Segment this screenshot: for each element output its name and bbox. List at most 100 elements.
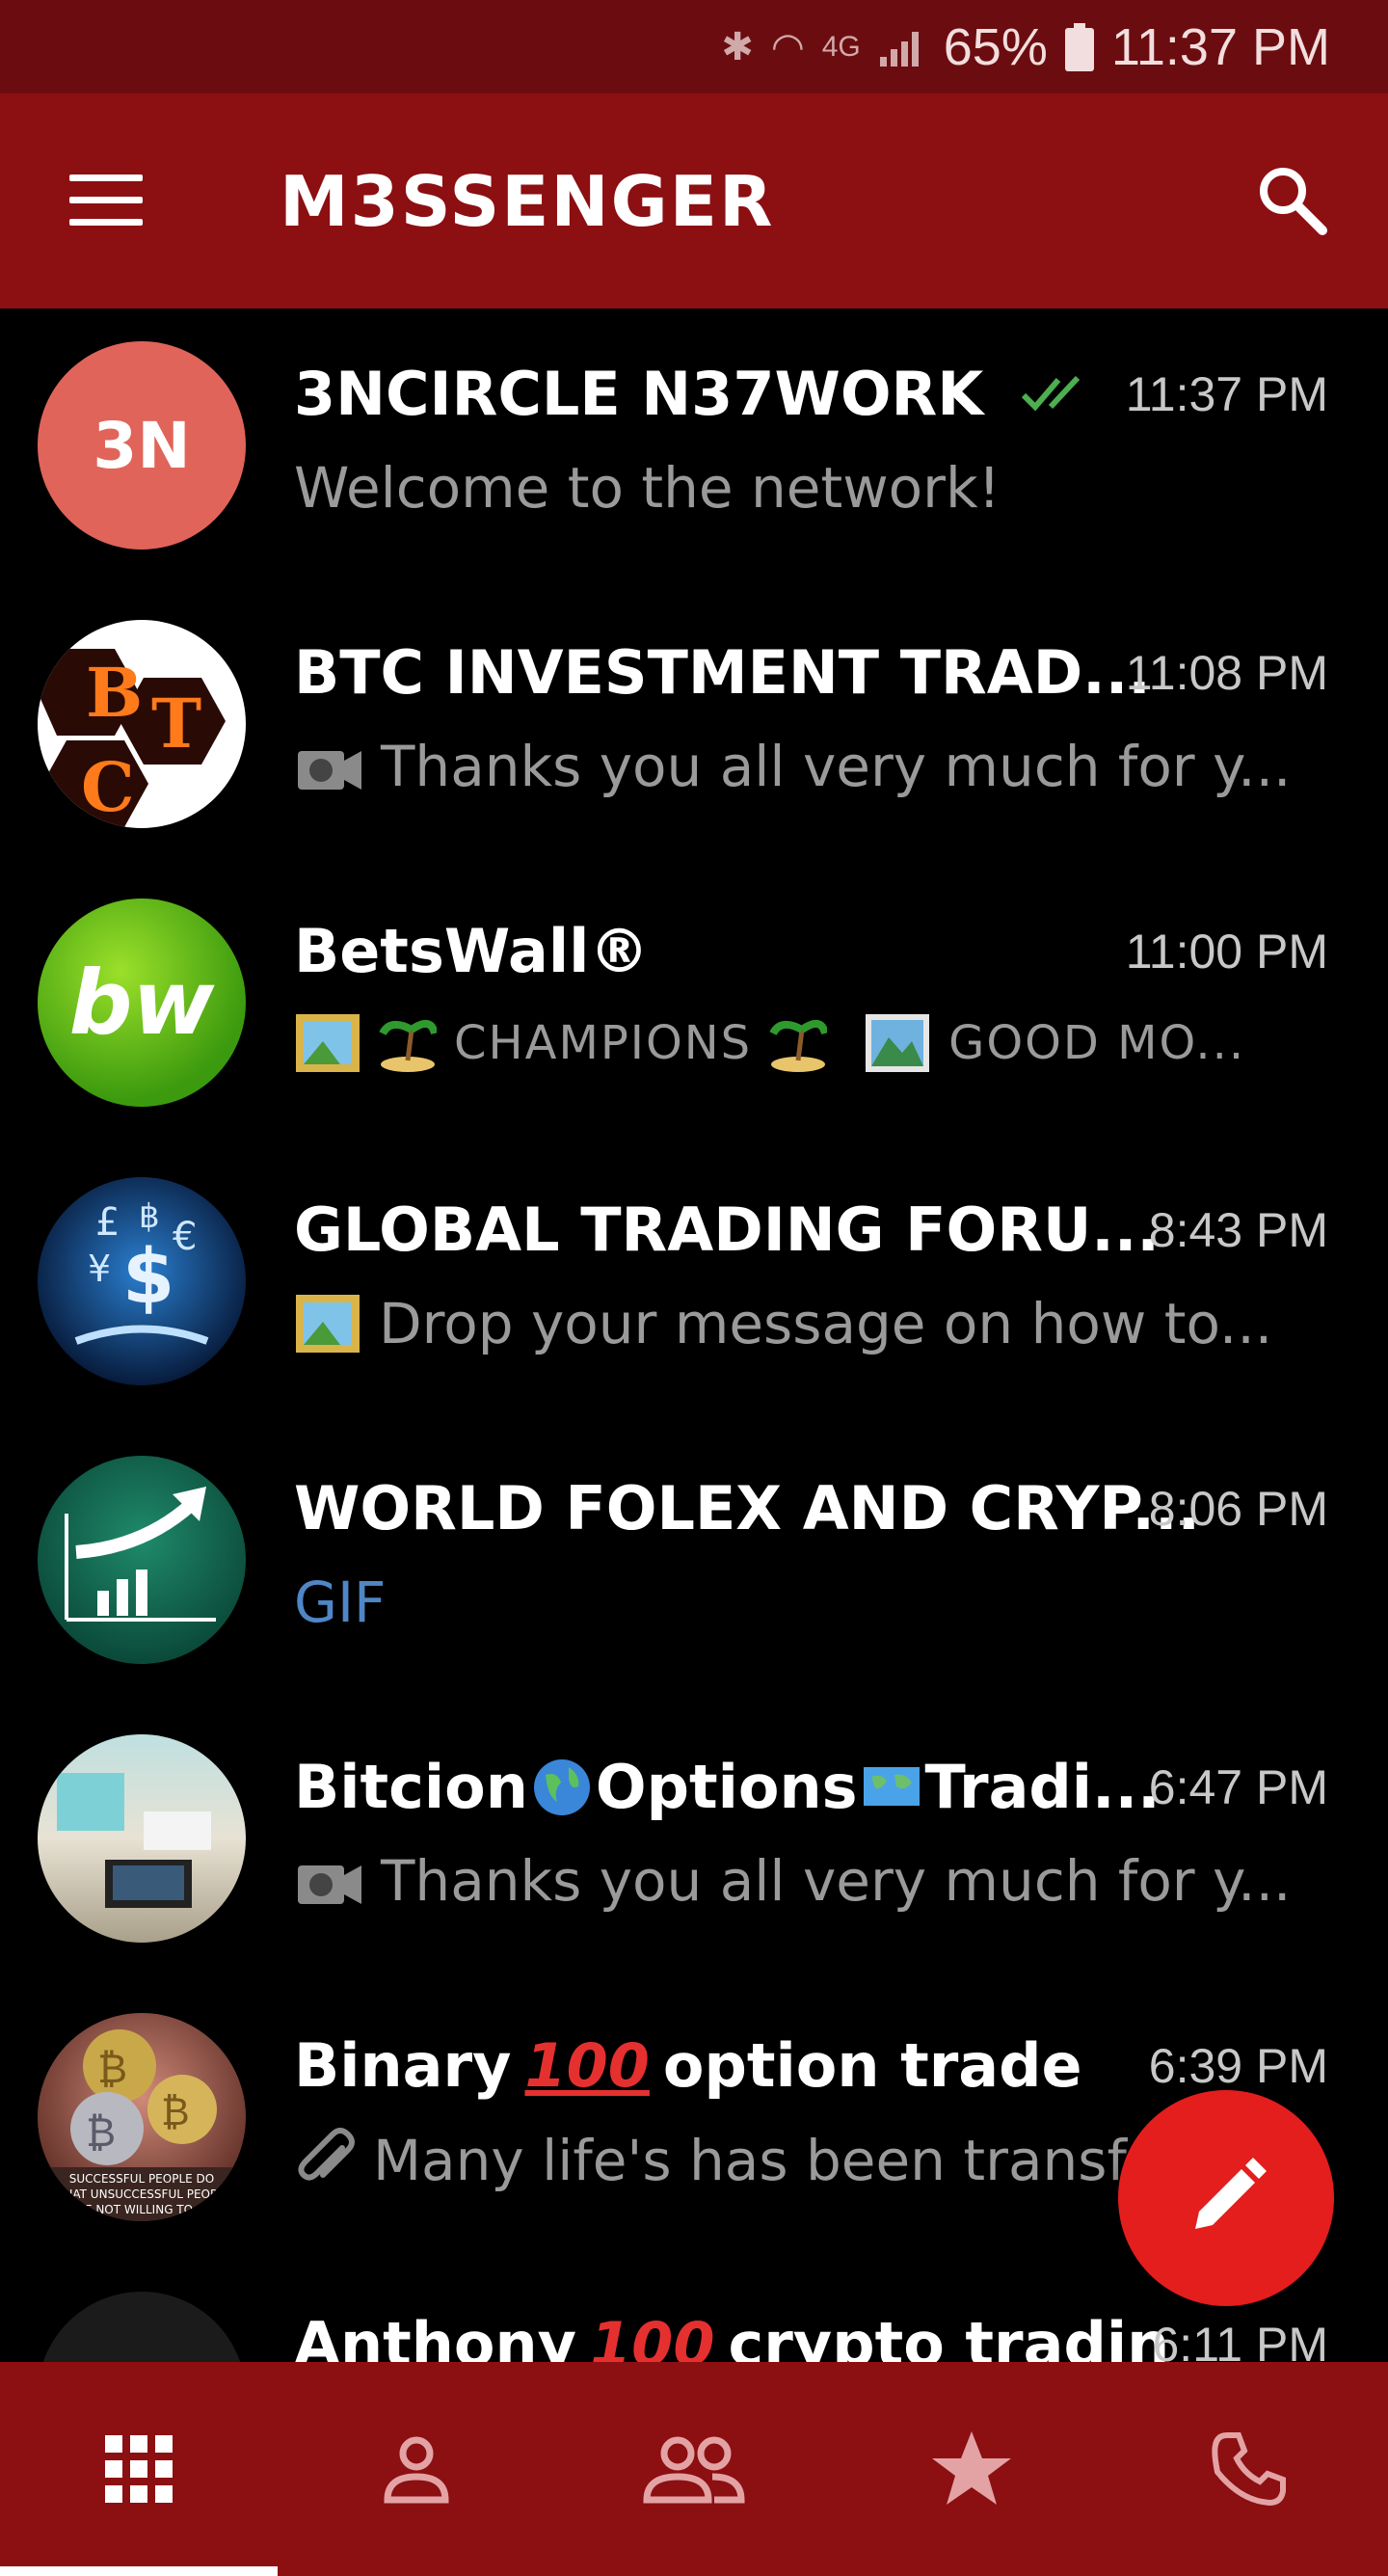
chat-item[interactable]: 3N 3NCIRCLE N37WORK 11:37 PM Welcome to … xyxy=(0,309,1388,587)
world-map-icon xyxy=(863,1766,920,1806)
room-avatar-graphic xyxy=(57,1773,211,1908)
chat-preview: Many life's has been transfo xyxy=(294,2127,1161,2194)
svg-text:₿: ₿ xyxy=(97,2045,127,2092)
chat-time: 11:37 PM xyxy=(1125,367,1328,421)
hundred-icon: 100 xyxy=(524,2030,650,2101)
avatar xyxy=(38,2292,246,2362)
search-icon[interactable] xyxy=(1253,161,1330,238)
chat-time: 11:00 PM xyxy=(1125,925,1328,979)
app-bar: M3SSENGER xyxy=(0,94,1388,309)
hundred-icon: 100 xyxy=(590,2309,715,2362)
chat-name: 3NCIRCLE N37WORK xyxy=(294,359,984,429)
preview-text: Thanks you all very much for y... xyxy=(381,1848,1292,1914)
avatar: £ ฿ € ¥ $ xyxy=(38,1177,246,1385)
btc-letter-b: B xyxy=(86,653,143,733)
phone-icon xyxy=(1212,2432,1286,2507)
picture-icon xyxy=(296,1295,360,1353)
svg-text:€: € xyxy=(173,1215,197,1259)
chat-item[interactable]: B T C BTC INVESTMENT TRAD... 11:08 PM Th… xyxy=(0,587,1388,866)
name-part: Anthony xyxy=(294,2309,577,2362)
chart-up-avatar-graphic xyxy=(65,1487,216,1622)
name-part: option trade xyxy=(662,2030,1082,2101)
svg-text:$: $ xyxy=(122,1234,174,1321)
paperclip-icon xyxy=(298,2128,355,2181)
preview-text: Welcome to the network! xyxy=(294,455,1001,521)
chat-item[interactable]: bw BetsWall® 11:00 PM CHAMPIONS GOOD MO.… xyxy=(0,866,1388,1144)
chat-preview: Welcome to the network! xyxy=(294,455,1001,521)
chat-list: 3N 3NCIRCLE N37WORK 11:37 PM Welcome to … xyxy=(0,309,1388,2362)
avatar xyxy=(38,1734,246,1943)
coins-avatar-graphic: ₿ ₿ ₿ SUCCESSFUL PEOPLE DO WHAT UNSUCCES… xyxy=(47,2029,236,2221)
btc-avatar-graphic: B T C xyxy=(38,649,226,827)
wifi-icon: ◠ xyxy=(770,25,805,68)
tab-contacts[interactable] xyxy=(278,2362,555,2576)
preview-text: Many life's has been transfo xyxy=(373,2128,1161,2193)
bottom-nav xyxy=(0,2362,1388,2576)
tab-favorites[interactable] xyxy=(833,2362,1110,2576)
group-icon xyxy=(643,2436,745,2504)
avatar-caption-line: ARE NOT WILLING TO DO xyxy=(68,2203,214,2216)
tab-chats[interactable] xyxy=(0,2362,278,2576)
compose-button[interactable] xyxy=(1118,2090,1334,2306)
chat-name: GLOBAL TRADING FORU... xyxy=(294,1194,1160,1265)
chat-name: Bitcion Options Tradi... xyxy=(294,1752,1161,1822)
chat-name: Binary 100 option trade xyxy=(294,2030,1082,2101)
chat-preview: CHAMPIONS GOOD MO... xyxy=(294,1012,1245,1074)
chat-time: 6:47 PM xyxy=(1148,1760,1328,1814)
svg-text:₿: ₿ xyxy=(86,2108,116,2156)
globe-icon xyxy=(533,1758,590,1815)
island-icon xyxy=(379,1020,437,1072)
preview-text-b: GOOD MO... xyxy=(948,1016,1246,1070)
chat-preview: GIF xyxy=(294,1570,386,1635)
chat-name: BetsWall® xyxy=(294,916,650,986)
grid-icon xyxy=(105,2435,173,2503)
name-part: Binary xyxy=(294,2030,512,2101)
name-part: Options xyxy=(595,1752,858,1822)
chat-item[interactable]: Bitcion Options Tradi... 6:47 PM Thanks … xyxy=(0,1702,1388,1980)
picture-icon xyxy=(296,1014,360,1072)
chat-item[interactable]: £ ฿ € ¥ $ GLOBAL TRADING FORU... 8:43 PM… xyxy=(0,1144,1388,1423)
status-bar: ✱ ◠ 4G 65% 11:37 PM xyxy=(0,0,1388,94)
tab-groups[interactable] xyxy=(555,2362,833,2576)
status-icons: ✱ ◠ 4G xyxy=(721,25,925,69)
bluetooth-icon: ✱ xyxy=(721,25,754,68)
gif-label: GIF xyxy=(294,1570,387,1635)
person-icon xyxy=(384,2436,449,2504)
svg-text:฿: ฿ xyxy=(139,1197,160,1236)
chat-name: WORLD FOLEX AND CRYP... xyxy=(294,1473,1201,1543)
betswall-logo: bw xyxy=(68,951,215,1055)
name-part: Tradi... xyxy=(924,1752,1161,1822)
landscape-icon xyxy=(866,1014,930,1072)
menu-icon[interactable] xyxy=(69,174,143,227)
chat-preview: Drop your message on how to... xyxy=(294,1291,1272,1356)
name-part: crypto tradin xyxy=(728,2309,1170,2362)
btc-letter-c: C xyxy=(81,747,135,827)
chat-time: 11:08 PM xyxy=(1125,646,1328,700)
svg-text:¥: ¥ xyxy=(88,1248,111,1290)
avatar-caption-line: WHAT UNSUCCESSFUL PEOPLE xyxy=(53,2187,231,2201)
island-icon xyxy=(769,1020,828,1072)
chat-item[interactable]: WORLD FOLEX AND CRYP... 8:06 PM GIF xyxy=(0,1423,1388,1702)
preview-text-a: CHAMPIONS xyxy=(454,1016,753,1070)
chat-time: 6:39 PM xyxy=(1148,2039,1328,2093)
pencil-icon xyxy=(1195,2158,1267,2229)
chat-time: 6:11 PM xyxy=(1152,2318,1329,2362)
btc-letter-t: T xyxy=(151,684,201,764)
avatar: bw xyxy=(38,899,246,1107)
battery-percent: 65% xyxy=(943,17,1048,76)
avatar: B T C xyxy=(38,620,246,828)
video-camera-icon xyxy=(298,1865,361,1904)
avatar xyxy=(38,1456,246,1664)
preview-text: Thanks you all very much for y... xyxy=(381,734,1292,799)
chat-name: BTC INVESTMENT TRAD... xyxy=(294,637,1151,708)
chat-name: Anthony 100 crypto tradin xyxy=(294,2309,1169,2362)
chat-preview: Thanks you all very much for y... xyxy=(294,734,1291,799)
avatar: 3N xyxy=(38,341,246,550)
tab-calls[interactable] xyxy=(1110,2362,1388,2576)
svg-text:£: £ xyxy=(95,1200,120,1245)
active-tab-indicator xyxy=(0,2566,278,2576)
svg-text:₿: ₿ xyxy=(161,2090,190,2134)
network-type: 4G xyxy=(821,30,861,63)
name-part: Bitcion xyxy=(294,1752,528,1822)
chat-time: 8:06 PM xyxy=(1148,1482,1328,1536)
